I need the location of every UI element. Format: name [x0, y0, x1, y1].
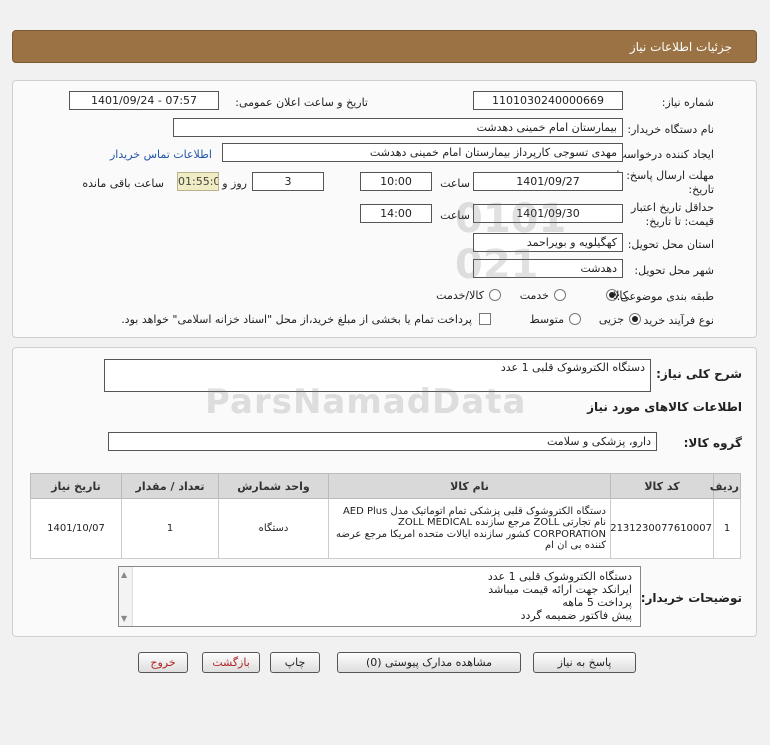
col-code: کد کالا — [610, 473, 714, 499]
deadline-label: مهلت ارسال پاسخ: تا — [616, 169, 714, 182]
goods-info-title: اطلاعات کالاهای مورد نیاز — [587, 400, 742, 414]
cell-date: 1401/10/07 — [30, 498, 122, 559]
goods-group-label: گروه کالا: — [683, 436, 742, 450]
note-line: پرداخت 5 ماهه — [562, 596, 632, 609]
notes-scrollbar[interactable]: ▲ ▼ — [119, 567, 133, 626]
print-button[interactable]: چاپ — [270, 652, 320, 673]
view-attachments-button[interactable]: مشاهده مدارک پیوستی (0) — [337, 652, 521, 673]
validity-time-label: ساعت — [440, 209, 470, 222]
goods-group-field: دارو، پزشکی و سلامت — [108, 432, 657, 451]
note-line: دستگاه الکتروشوک قلبی 1 عدد — [487, 570, 632, 583]
table-header-row: ردیف کد کالا نام کالا واحد شمارش تعداد /… — [30, 473, 741, 499]
summary-field: دستگاه الکتروشوک قلبی 1 عدد — [104, 359, 651, 392]
summary-label: شرح کلی نیاز: — [656, 367, 742, 381]
category-service-label: خدمت — [519, 289, 549, 302]
need-number-field: 1101030240000669 — [473, 91, 623, 110]
validity-label: حداقل تاریخ اعتبار — [630, 201, 714, 214]
process-medium-label: متوسط — [529, 313, 564, 326]
buyer-notes-box: دستگاه الکتروشوک قلبی 1 عدد ایرانکد جهت … — [118, 566, 641, 627]
goods-table: ردیف کد کالا نام کالا واحد شمارش تعداد /… — [30, 473, 741, 559]
deadline-time-label: ساعت — [440, 177, 470, 190]
remaining-label: ساعت باقی مانده — [82, 177, 164, 190]
cell-row: 1 — [713, 498, 741, 559]
exit-button[interactable]: خروج — [138, 652, 188, 673]
city-field: دهدشت — [473, 259, 623, 278]
process-label: نوع فرآیند خرید : — [636, 314, 714, 327]
treasury-payment-checkbox[interactable] — [479, 313, 491, 325]
validity-time-field: 14:00 — [360, 204, 432, 223]
col-qty: تعداد / مقدار — [121, 473, 219, 499]
page-title: جزئیات اطلاعات نیاز — [629, 40, 732, 54]
note-line: ایرانکد جهت ارائه قیمت میباشد — [488, 583, 632, 596]
cell-unit: دستگاه — [218, 498, 329, 559]
days-label: روز و — [222, 177, 247, 190]
validity-label-2: قیمت: تا تاریخ: — [645, 215, 714, 228]
category-both-radio[interactable] — [489, 289, 501, 301]
cell-code: 2131230077610007 — [610, 498, 714, 559]
back-button[interactable]: بازگشت — [202, 652, 260, 673]
creator-label: ایجاد کننده درخواست: — [612, 148, 714, 161]
buyer-org-label: نام دستگاه خریدار: — [627, 123, 714, 136]
process-medium-radio[interactable] — [569, 313, 581, 325]
category-label: طبقه بندی موضوعی: — [616, 290, 714, 303]
respond-button[interactable]: پاسخ به نیاز — [533, 652, 636, 673]
province-field: کهگیلویه و بویراحمد — [473, 233, 623, 252]
category-service-radio[interactable] — [554, 289, 566, 301]
col-name: نام کالا — [328, 473, 611, 499]
header-bar: جزئیات اطلاعات نیاز — [12, 30, 757, 63]
contact-buyer-link[interactable]: اطلاعات تماس خریدار — [110, 148, 212, 161]
buyer-notes-label: توضیحات خریدار: — [640, 591, 742, 605]
col-unit: واحد شمارش — [218, 473, 329, 499]
cell-name: دستگاه الکتروشوک قلبی پزشکی تمام اتوماتی… — [328, 498, 611, 559]
scroll-up-icon[interactable]: ▲ — [121, 568, 127, 581]
cell-qty: 1 — [121, 498, 219, 559]
process-minor-label: جزیی — [598, 313, 624, 326]
process-minor-radio[interactable] — [629, 313, 641, 325]
deadline-label-2: تاریخ: — [688, 183, 714, 196]
category-goods-label: کالا — [613, 289, 628, 302]
note-line: پیش فاکتور ضمیمه گردد — [520, 609, 632, 622]
treasury-payment-note: پرداخت تمام یا بخشی از مبلغ خرید،از محل … — [121, 313, 472, 326]
buyer-org-field: بیمارستان امام خمینی دهدشت — [173, 118, 623, 137]
city-label: شهر محل تحویل: — [634, 264, 714, 277]
creator-field: مهدی تسوجی کارپرداز بیمارستان امام خمینی… — [222, 143, 623, 162]
remaining-timer: 01:55:09 — [177, 172, 219, 191]
table-row: 1 2131230077610007 دستگاه الکتروشوک قلبی… — [30, 498, 741, 559]
announce-field: 1401/09/24 - 07:57 — [69, 91, 219, 110]
deadline-time-field: 10:00 — [360, 172, 432, 191]
deadline-date-field: 1401/09/27 — [473, 172, 623, 191]
need-number-label: شماره نیاز: — [661, 96, 714, 109]
days-field: 3 — [252, 172, 324, 191]
col-row: ردیف — [710, 473, 741, 499]
col-date: تاریخ نیاز — [30, 473, 122, 499]
category-both-label: کالا/خدمت — [436, 289, 484, 302]
scroll-down-icon[interactable]: ▼ — [121, 612, 127, 625]
validity-date-field: 1401/09/30 — [473, 204, 623, 223]
announce-label: تاریخ و ساعت اعلان عمومی: — [235, 96, 368, 109]
province-label: استان محل تحویل: — [627, 238, 714, 251]
